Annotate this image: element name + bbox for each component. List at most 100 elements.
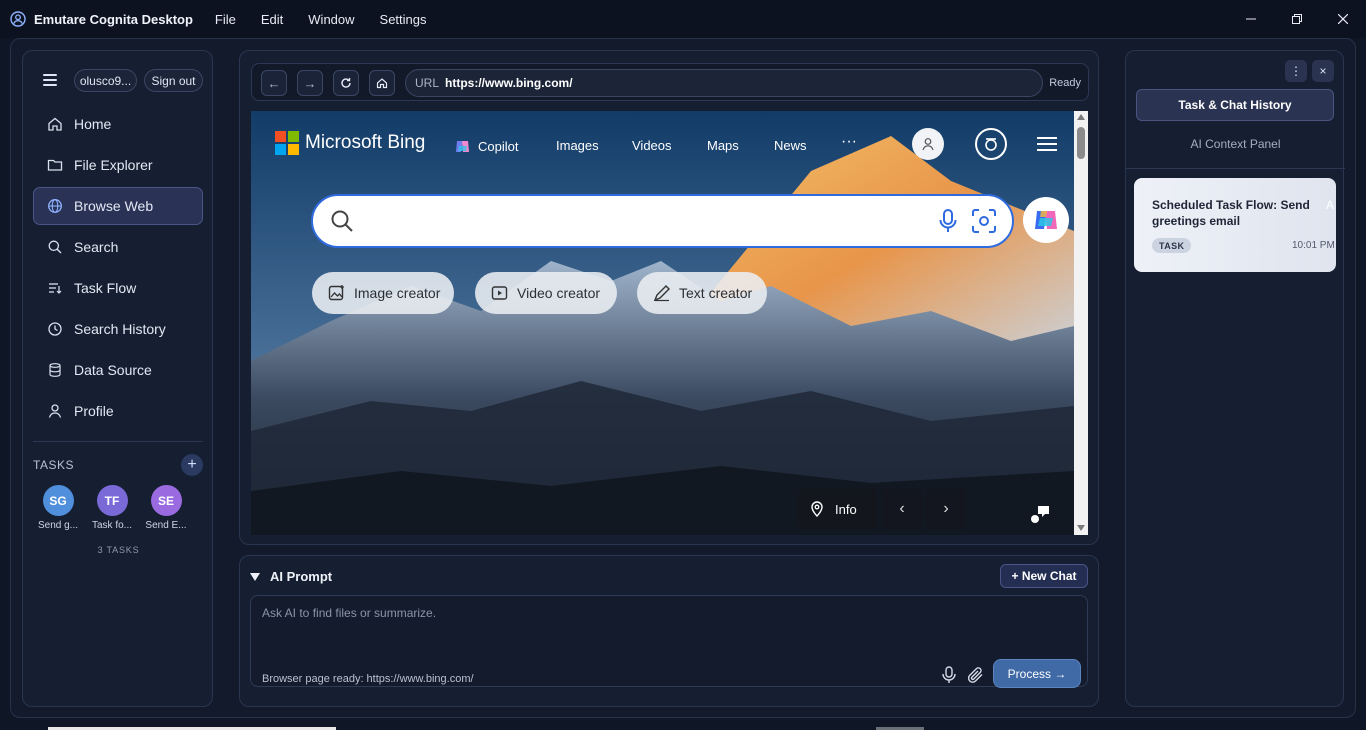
bing-nav-more[interactable]: ··· xyxy=(841,133,857,151)
browser-status: Ready xyxy=(1049,77,1081,89)
prompt-status: Browser page ready: https://www.bing.com… xyxy=(262,673,474,685)
app-user-icon xyxy=(10,11,26,27)
bing-search-input[interactable] xyxy=(311,194,1014,248)
image-creator-icon xyxy=(328,285,344,301)
video-creator-chip[interactable]: Video creator xyxy=(475,272,617,314)
sidebar-item-search[interactable]: Search xyxy=(33,228,203,266)
forward-button[interactable]: → xyxy=(297,70,323,96)
sidebar-item-file-explorer[interactable]: File Explorer xyxy=(33,146,203,184)
add-task-button[interactable]: + xyxy=(181,454,203,476)
restore-icon[interactable] xyxy=(1274,0,1320,38)
reload-button[interactable] xyxy=(333,70,359,96)
new-chat-button[interactable]: + New Chat xyxy=(1000,564,1088,588)
scroll-thumb[interactable] xyxy=(1077,127,1085,159)
sign-out-button[interactable]: Sign out xyxy=(144,69,203,92)
feedback-icon[interactable] xyxy=(1029,503,1051,525)
image-creator-chip[interactable]: Image creator xyxy=(312,272,454,314)
bing-nav-copilot[interactable]: Copilot xyxy=(454,138,518,155)
minimize-icon[interactable] xyxy=(1228,0,1274,38)
title-bar: Emutare Cognita Desktop File Edit Window… xyxy=(0,0,1366,38)
video-creator-icon xyxy=(491,286,508,300)
previous-image-button[interactable]: ‹ xyxy=(882,489,922,529)
task-item-send-greetings[interactable]: SG Send g... xyxy=(31,485,85,531)
bing-nav-maps[interactable]: Maps xyxy=(707,138,739,153)
info-label: Info xyxy=(835,501,857,517)
task-chat-history-button[interactable]: Task & Chat History xyxy=(1136,89,1334,121)
user-pill[interactable]: olusco9... xyxy=(74,69,137,92)
history-card-tag: TASK xyxy=(1152,238,1192,253)
url-value[interactable]: https://www.bing.com/ xyxy=(445,76,573,90)
menu-edit[interactable]: Edit xyxy=(261,12,283,27)
task-item-send-email[interactable]: SE Send E... xyxy=(139,485,193,531)
window-controls xyxy=(1228,0,1366,38)
search-icon xyxy=(331,210,353,232)
task-label: Send E... xyxy=(145,520,187,531)
sidebar-item-label: File Explorer xyxy=(74,157,153,173)
more-options-button[interactable]: ⋮ xyxy=(1285,60,1307,82)
copilot-search-button[interactable] xyxy=(1023,197,1069,243)
user-icon xyxy=(47,403,63,419)
image-info-button[interactable]: Info xyxy=(798,489,878,529)
sidebar-item-data-source[interactable]: Data Source xyxy=(33,351,203,389)
sidebar-item-profile[interactable]: Profile xyxy=(33,392,203,430)
scroll-down-arrow-icon[interactable] xyxy=(1077,525,1085,531)
app-title: Emutare Cognita Desktop xyxy=(34,11,193,27)
database-icon xyxy=(47,362,63,378)
microphone-icon[interactable] xyxy=(941,666,957,684)
web-scrollbar[interactable] xyxy=(1074,111,1088,535)
task-avatar: SE xyxy=(150,485,182,516)
chip-label: Text creator xyxy=(679,285,753,301)
chip-label: Video creator xyxy=(517,285,601,301)
history-card[interactable]: Scheduled Task Flow: Send greetings emai… xyxy=(1134,178,1336,272)
search-icon xyxy=(47,239,63,255)
process-button[interactable]: Process → xyxy=(993,659,1081,688)
ai-prompt-toggle[interactable]: AI Prompt xyxy=(250,569,332,584)
task-item-task-flow[interactable]: TF Task fo... xyxy=(85,485,139,531)
scroll-up-arrow-icon[interactable] xyxy=(1077,114,1085,120)
sidebar-item-label: Search xyxy=(74,239,119,255)
sidebar-item-label: Data Source xyxy=(74,362,152,378)
right-panel-divider xyxy=(1126,168,1345,169)
back-button[interactable]: ← xyxy=(261,70,287,96)
menu-file[interactable]: File xyxy=(215,12,236,27)
browser-panel: ← → URL https://www.bing.com/ Ready Micr… xyxy=(239,50,1099,545)
visual-search-icon[interactable] xyxy=(971,208,997,234)
task-flow-icon xyxy=(47,280,63,296)
next-image-button[interactable]: › xyxy=(926,489,966,529)
bing-nav-images[interactable]: Images xyxy=(556,138,599,153)
hamburger-menu-icon[interactable] xyxy=(43,74,57,86)
url-bar[interactable]: URL https://www.bing.com/ xyxy=(405,69,1043,97)
globe-icon xyxy=(47,198,63,214)
ai-context-panel-tab[interactable]: AI Context Panel xyxy=(1126,137,1345,151)
ai-prompt-input[interactable]: Ask AI to find files or summarize. Brows… xyxy=(250,595,1088,688)
sidebar-item-label: Home xyxy=(74,116,112,132)
task-label: Task fo... xyxy=(91,520,132,531)
menu-window[interactable]: Window xyxy=(308,12,354,27)
menu-settings[interactable]: Settings xyxy=(380,12,427,27)
sidebar-item-search-history[interactable]: Search History xyxy=(33,310,203,348)
microphone-icon[interactable] xyxy=(939,209,957,233)
tasks-heading: TASKS xyxy=(33,458,74,472)
sidebar-item-browse-web[interactable]: Browse Web xyxy=(33,187,203,225)
reload-icon xyxy=(341,78,351,88)
sidebar-item-label: Task Flow xyxy=(74,280,137,296)
bing-nav-videos[interactable]: Videos xyxy=(632,138,672,153)
bing-account-button[interactable] xyxy=(912,128,944,160)
prompt-placeholder: Ask AI to find files or summarize. xyxy=(262,606,437,620)
bing-menu-button[interactable] xyxy=(1031,128,1063,160)
home-button[interactable] xyxy=(369,70,395,96)
sidebar-item-home[interactable]: Home xyxy=(33,105,203,143)
text-creator-icon xyxy=(653,285,670,302)
rewards-icon xyxy=(985,138,997,151)
task-avatar: TF xyxy=(96,485,128,516)
bing-nav-news[interactable]: News xyxy=(774,138,807,153)
bing-logo[interactable]: Microsoft Bing xyxy=(275,131,425,155)
close-panel-button[interactable]: × xyxy=(1312,60,1334,82)
bing-rewards-button[interactable] xyxy=(975,128,1007,160)
text-creator-chip[interactable]: Text creator xyxy=(637,272,767,314)
bing-brand: Microsoft Bing xyxy=(305,132,426,153)
web-view[interactable]: Microsoft Bing Copilot Images Videos Map… xyxy=(251,111,1074,535)
attachment-icon[interactable] xyxy=(967,666,985,684)
sidebar-item-task-flow[interactable]: Task Flow xyxy=(33,269,203,307)
close-window-icon[interactable] xyxy=(1320,0,1366,38)
